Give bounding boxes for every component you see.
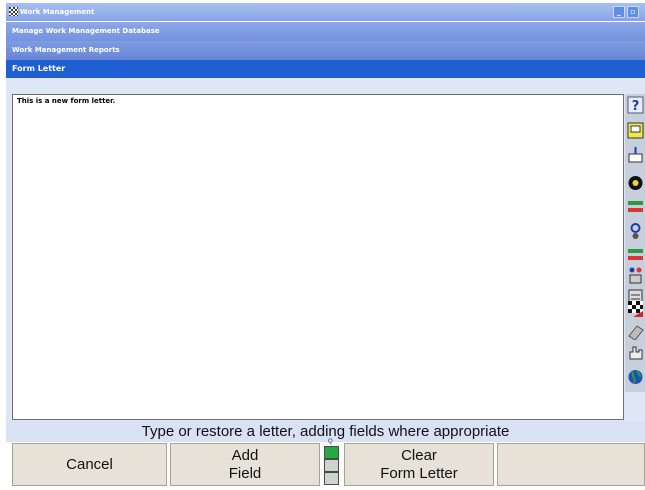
cancel-button-label: Cancel (66, 455, 113, 473)
breadcrumb-level-2[interactable]: Work Management Reports (6, 41, 645, 60)
flag-icon[interactable] (627, 300, 644, 318)
indicator-segment (324, 472, 339, 485)
hand-icon[interactable] (627, 344, 644, 362)
svg-text:?: ? (632, 99, 640, 114)
clear-label-line1: Clear (401, 446, 437, 464)
breadcrumb-level-1[interactable]: Manage Work Management Database (6, 22, 645, 41)
indicator-label: Q (328, 439, 333, 445)
empty-softkey[interactable] (497, 443, 645, 486)
status-bar: Type or restore a letter, adding fields … (6, 421, 645, 442)
restore-icon[interactable]: ▫ (627, 6, 639, 18)
alignment-icon[interactable] (627, 146, 644, 164)
breadcrumb-level-3: Form Letter (6, 60, 645, 78)
side-toolbar: ? (625, 94, 645, 392)
wheel-icon[interactable] (627, 174, 644, 192)
form-letter-editor[interactable]: This is a new form letter. (12, 94, 624, 420)
softkey-page-indicator: Q (322, 439, 341, 486)
window-title: Work Management (20, 8, 95, 16)
cancel-button[interactable]: Cancel (12, 443, 167, 486)
indicator-segment (324, 446, 339, 459)
sensor-icon[interactable] (627, 266, 644, 284)
steering-icon[interactable] (627, 222, 644, 240)
add-field-button[interactable]: Add Field (170, 443, 320, 486)
checkered-flag-icon (9, 7, 18, 16)
page-title: Form Letter (12, 64, 66, 73)
breadcrumb-label: Work Management Reports (12, 46, 120, 54)
breadcrumb-label: Manage Work Management Database (12, 27, 160, 35)
minimize-icon[interactable]: _ (613, 6, 625, 18)
status-message: Type or restore a letter, adding fields … (141, 423, 510, 440)
add-field-label-line1: Add (231, 446, 259, 464)
title-bar: Work Management _ ▫ (6, 3, 645, 21)
globe-icon[interactable] (627, 368, 644, 386)
measure-icon[interactable] (627, 198, 644, 216)
screen-icon[interactable] (627, 122, 644, 140)
help-icon[interactable]: ? (627, 96, 644, 114)
clear-label-line2: Form Letter (380, 464, 458, 482)
eraser-icon[interactable] (627, 322, 644, 340)
indicator-segment (324, 459, 339, 472)
readings-icon[interactable] (627, 246, 644, 264)
window-controls: _ ▫ (613, 6, 639, 18)
clear-form-letter-button[interactable]: Clear Form Letter (344, 443, 494, 486)
add-field-label-line2: Field (228, 464, 262, 482)
